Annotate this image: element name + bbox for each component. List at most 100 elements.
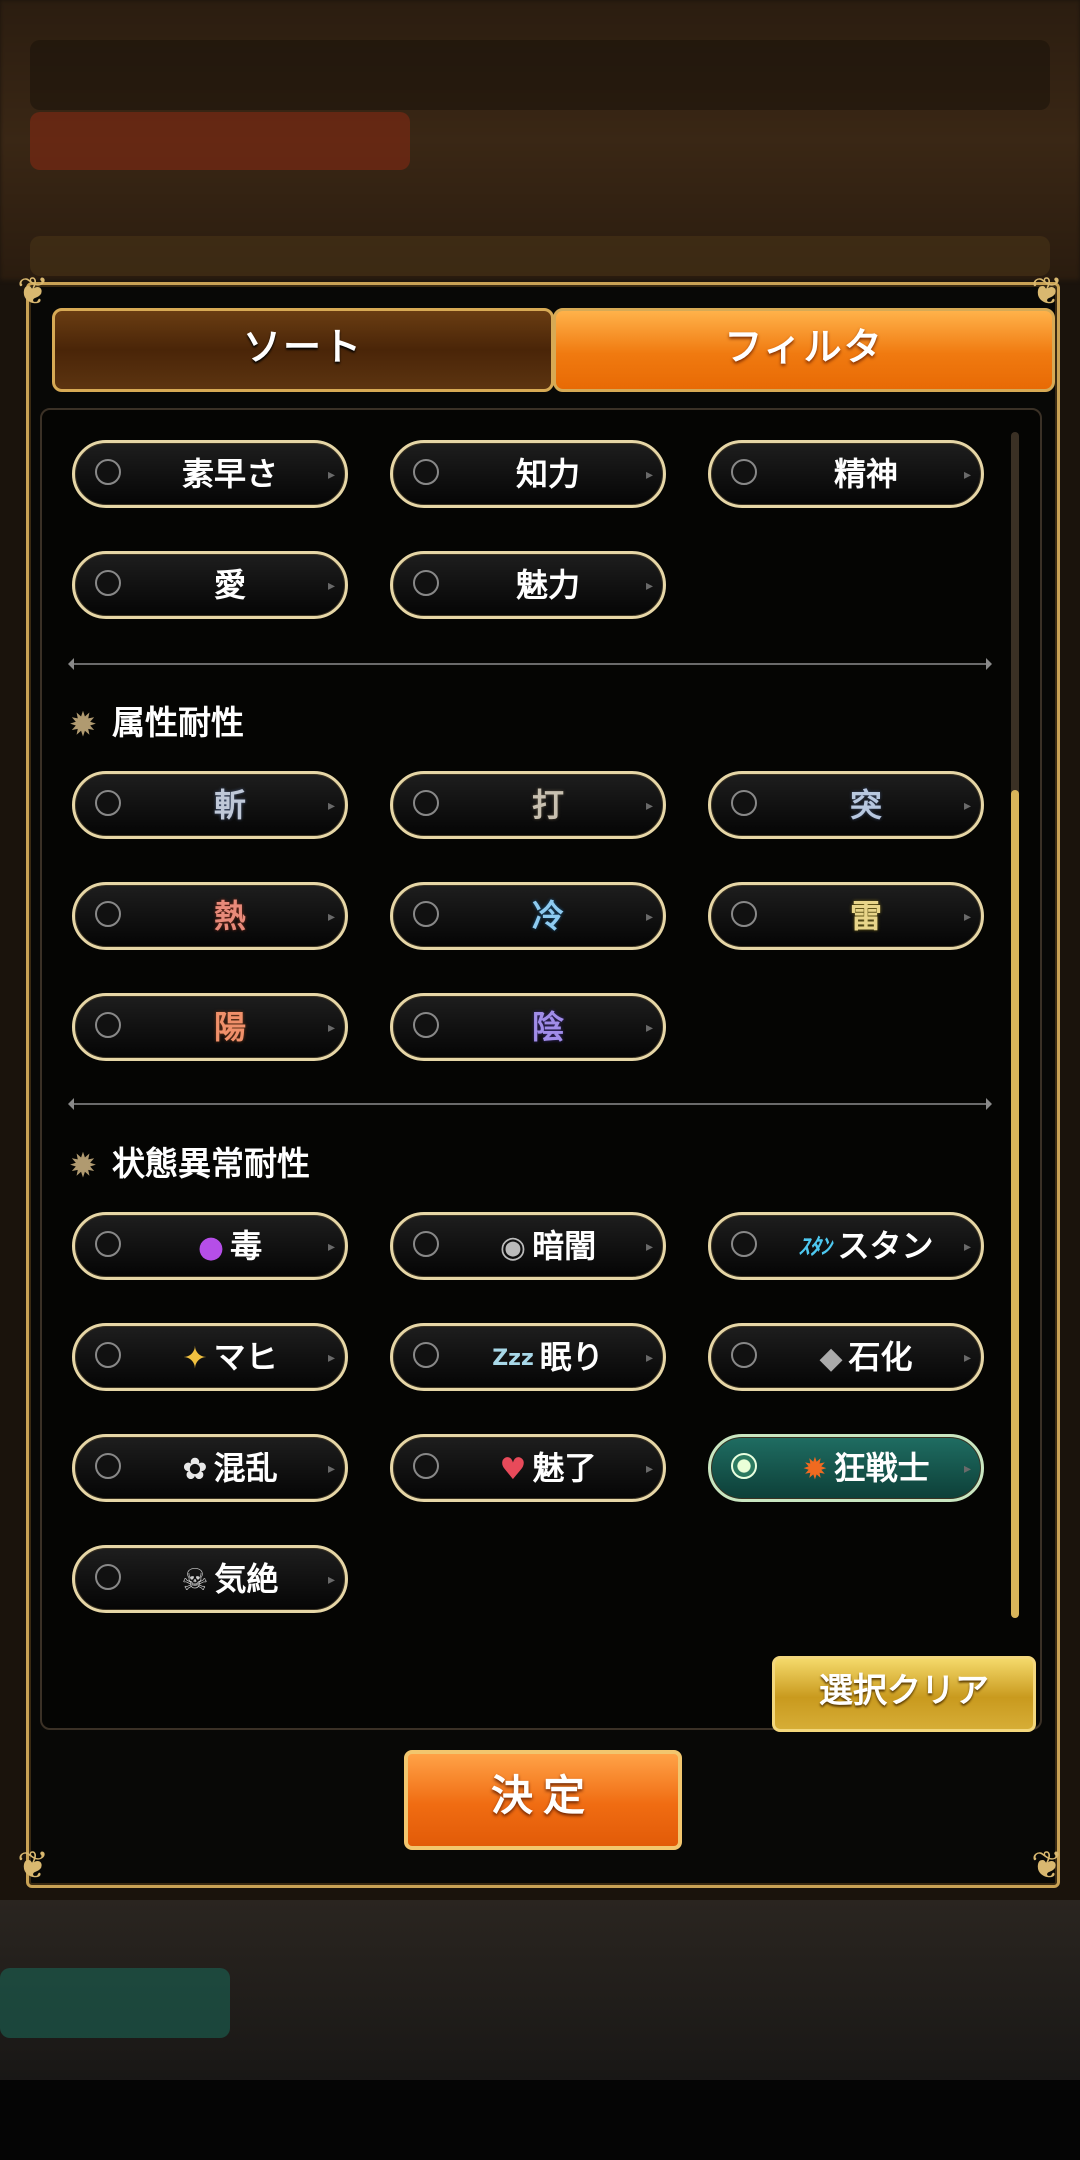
filter-option-slash[interactable]: 斬 ▸ [72,771,348,839]
background-banner [30,112,410,170]
filter-option-cold[interactable]: 冷 ▸ [390,882,666,950]
chevron-right-icon: ▸ [963,1461,971,1477]
filter-option-label: 斬 [135,774,325,836]
filter-option-text: 眠り [539,1338,604,1376]
radio-icon [95,790,121,816]
radio-icon [95,570,121,596]
thunder-element-icon: 雷 [849,897,882,935]
filter-option-label: ◆ 石化 [771,1326,961,1388]
chevron-right-icon: ▸ [963,909,971,925]
chevron-right-icon: ▸ [645,467,653,483]
filter-option-confusion[interactable]: ✿ 混乱 ▸ [72,1434,348,1502]
filter-option-blind[interactable]: ◉ 暗闇 ▸ [390,1212,666,1280]
filter-option-faint[interactable]: ☠ 気絶 ▸ [72,1545,348,1613]
clear-selection-button[interactable]: 選択クリア [772,1656,1036,1732]
filter-option-berserk[interactable]: ✹ 狂戦士 ▸ [708,1434,984,1502]
chevron-right-icon: ▸ [327,578,335,594]
heat-element-icon: 熱 [213,897,246,935]
filter-option-heat[interactable]: 熱 ▸ [72,882,348,950]
confusion-icon: ✿ [182,1452,208,1487]
tab-filter[interactable]: フィルタ [553,308,1055,392]
filter-option-dark[interactable]: 陰 ▸ [390,993,666,1061]
radio-icon [731,1342,757,1368]
filter-option-label: 素早さ [181,455,278,493]
filter-option-poison[interactable]: ● 毒 ▸ [72,1212,348,1280]
radio-selected-icon [731,1453,757,1479]
corner-ornament-icon: ❦ [17,1843,49,1887]
cold-element-icon: 冷 [531,897,564,935]
chevron-right-icon: ▸ [645,1020,653,1036]
filter-option-light[interactable]: 陽 ▸ [72,993,348,1061]
stone-icon: ◆ [819,1341,843,1376]
filter-option-sleep[interactable]: Zzz 眠り ▸ [390,1323,666,1391]
section-divider [68,1098,992,1110]
filter-option-text: 狂戦士 [833,1449,930,1487]
section-title-status-resistance: ✹ 状態異常耐性 [64,1141,310,1187]
radio-icon [95,1342,121,1368]
radio-icon [95,1564,121,1590]
filter-option-text: マヒ [213,1338,278,1376]
background-bottom-bar [0,2080,1080,2160]
filter-option-label: 精神 [833,455,898,493]
radio-icon [413,459,439,485]
filter-option-petrify[interactable]: ◆ 石化 ▸ [708,1323,984,1391]
corner-ornament-icon: ❦ [17,269,49,313]
filter-option-label: ♥ 魅了 [453,1437,643,1499]
light-element-icon: 陽 [213,1008,246,1046]
charm-icon: ♥ [499,1452,527,1487]
filter-option-label: ◉ 暗闇 [453,1215,643,1277]
filter-option-speed[interactable]: 素早さ ▸ [72,440,348,508]
filter-option-text: スタン [837,1227,934,1265]
filter-option-spirit[interactable]: 精神 ▸ [708,440,984,508]
chevron-right-icon: ▸ [963,1350,971,1366]
chevron-right-icon: ▸ [645,1350,653,1366]
radio-icon [413,790,439,816]
filter-option-label: 冷 [453,885,643,947]
filter-option-text: 毒 [230,1227,263,1265]
chevron-right-icon: ▸ [327,467,335,483]
gear-icon: ✹ [68,1145,98,1186]
section-title-text: 状態異常耐性 [112,1144,310,1183]
berserk-icon: ✹ [802,1452,828,1487]
filter-option-charm[interactable]: 魅力 ▸ [390,551,666,619]
filter-option-label: 陰 [453,996,643,1058]
tab-sort[interactable]: ソート [52,308,554,392]
radio-icon [731,459,757,485]
filter-option-charmed[interactable]: ♥ 魅了 ▸ [390,1434,666,1502]
radio-icon [413,1012,439,1038]
chevron-right-icon: ▸ [327,1461,335,1477]
radio-icon [95,1012,121,1038]
filter-option-love[interactable]: 愛 ▸ [72,551,348,619]
radio-icon [95,901,121,927]
filter-option-thunder[interactable]: 雷 ▸ [708,882,984,950]
corner-ornament-icon: ❦ [1031,1843,1063,1887]
chevron-right-icon: ▸ [327,1239,335,1255]
filter-option-label: ☠ 気絶 [135,1548,325,1610]
chevron-right-icon: ▸ [963,1239,971,1255]
radio-icon [413,1342,439,1368]
filter-option-text: 混乱 [213,1449,278,1487]
filter-option-pierce[interactable]: 突 ▸ [708,771,984,839]
confirm-button[interactable]: 決定 [404,1750,682,1850]
radio-icon [731,1231,757,1257]
filter-option-blunt[interactable]: 打 ▸ [390,771,666,839]
filter-option-intelligence[interactable]: 知力 ▸ [390,440,666,508]
filter-option-label: 愛 [213,566,246,604]
filter-option-paralysis[interactable]: ✦ マヒ ▸ [72,1323,348,1391]
radio-icon [413,1453,439,1479]
chevron-right-icon: ▸ [963,467,971,483]
radio-icon [95,1231,121,1257]
filter-option-stun[interactable]: ｽﾀﾝ スタン ▸ [708,1212,984,1280]
chevron-right-icon: ▸ [645,909,653,925]
filter-option-label: ✿ 混乱 [135,1437,325,1499]
pierce-element-icon: 突 [849,786,882,824]
chevron-right-icon: ▸ [645,578,653,594]
scrollbar-thumb[interactable] [1011,790,1019,1618]
background-tabs [30,236,1050,276]
filter-option-label: 知力 [515,455,580,493]
radio-icon [731,901,757,927]
filter-option-label: Zzz 眠り [453,1326,643,1388]
dark-element-icon: 陰 [531,1008,564,1046]
radio-icon [413,1231,439,1257]
slash-element-icon: 斬 [213,786,246,824]
